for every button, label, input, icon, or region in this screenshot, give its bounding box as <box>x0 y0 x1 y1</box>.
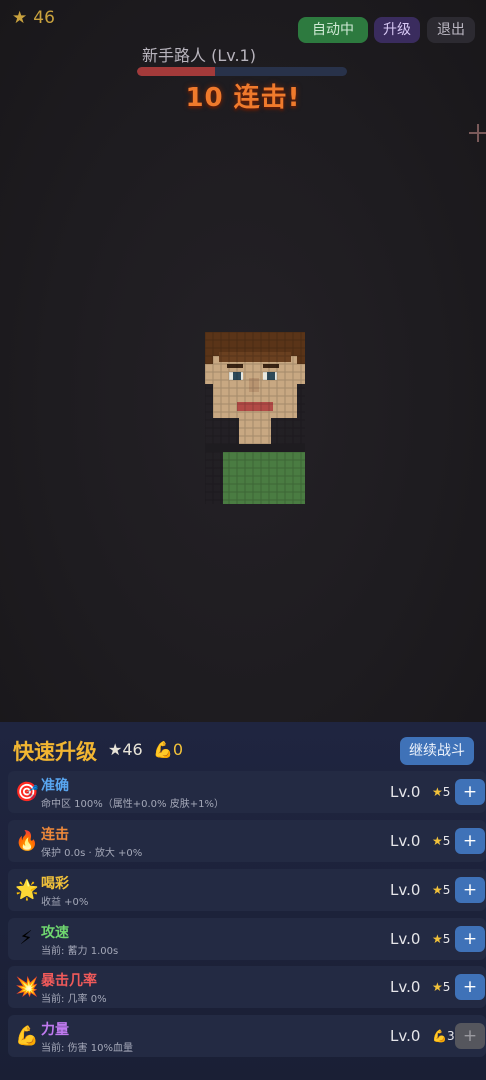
upgrade-row-accuracy: 🎯 准确 命中区 100%（属性+0.0% 皮肤+1%） Lv.0 ★5 + <box>8 771 486 813</box>
auto-button[interactable]: 自动中 <box>298 17 368 43</box>
upgrade-plus-button[interactable]: + <box>455 877 485 903</box>
upgrade-desc: 收益 +0% <box>41 897 89 908</box>
muscle-icon: 💪 <box>15 1025 39 1047</box>
upgrade-cost: ★5 <box>432 785 451 799</box>
star-icon: ★ <box>432 980 443 994</box>
upgrade-desc: 保护 0.0s · 放大 +0% <box>41 848 143 859</box>
star-icon: ★ <box>432 932 443 946</box>
combo-text: 10 连击! <box>185 83 301 113</box>
explosion-icon: 💥 <box>15 976 39 998</box>
upgrade-plus-button[interactable]: + <box>455 1023 485 1049</box>
fire-icon: 🔥 <box>15 830 39 852</box>
upgrade-row-combo: 🔥 连击 保护 0.0s · 放大 +0% Lv.0 ★5 + <box>8 820 486 862</box>
star-icon: ★ <box>12 8 28 28</box>
upgrade-button[interactable]: 升级 <box>374 17 420 43</box>
panel-star-count: ★46 <box>108 740 143 759</box>
panel-muscle-count: 💪0 <box>153 740 184 759</box>
upgrade-name: 连击 <box>41 827 69 843</box>
star-icon: ★ <box>432 834 443 848</box>
upgrade-plus-button[interactable]: + <box>455 926 485 952</box>
star-count: 46 <box>33 8 55 28</box>
upgrade-desc: 当前: 蓄力 1.00s <box>41 946 119 957</box>
exit-button[interactable]: 退出 <box>427 17 475 43</box>
enemy-sprite[interactable] <box>205 332 305 504</box>
upgrade-level: Lv.0 <box>390 832 421 850</box>
muscle-icon: 💪 <box>432 1029 447 1043</box>
lightning-icon: ⚡ <box>19 927 33 949</box>
upgrade-cost: 💪3 <box>432 1029 455 1043</box>
upgrade-cost: ★5 <box>432 932 451 946</box>
star-burst-icon: 🌟 <box>15 879 39 901</box>
upgrade-row-strength: 💪 力量 当前: 伤害 10%血量 Lv.0 💪3 + <box>8 1015 486 1057</box>
continue-battle-button[interactable]: 继续战斗 <box>400 737 474 765</box>
enemy-name: 新手路人 (Lv.1) <box>142 46 256 65</box>
upgrade-desc: 当前: 伤害 10%血量 <box>41 1043 133 1054</box>
upgrade-plus-button[interactable]: + <box>455 828 485 854</box>
upgrade-level: Lv.0 <box>390 881 421 899</box>
upgrade-row-attack-speed: ⚡ 攻速 当前: 蓄力 1.00s Lv.0 ★5 + <box>8 918 486 960</box>
upgrade-level: Lv.0 <box>390 1027 421 1045</box>
upgrade-name: 力量 <box>41 1022 69 1038</box>
upgrade-plus-button[interactable]: + <box>455 974 485 1000</box>
target-icon: 🎯 <box>15 781 39 803</box>
upgrade-name: 攻速 <box>41 925 69 941</box>
upgrade-row-cheer: 🌟 喝彩 收益 +0% Lv.0 ★5 + <box>8 869 486 911</box>
enemy-hp-fill <box>137 67 215 76</box>
star-icon: ★ <box>432 883 443 897</box>
upgrade-level: Lv.0 <box>390 783 421 801</box>
enemy-hp-bar <box>137 67 347 76</box>
panel-title: 快速升级 <box>13 740 97 764</box>
upgrade-name: 喝彩 <box>41 876 69 892</box>
upgrade-desc: 当前: 几率 0% <box>41 994 107 1005</box>
upgrade-cost: ★5 <box>432 883 451 897</box>
game-area[interactable]: ★ 46 自动中 升级 退出 新手路人 (Lv.1) 10 连击! <box>0 0 486 722</box>
upgrade-name: 准确 <box>41 778 69 794</box>
upgrade-name: 暴击几率 <box>41 973 97 989</box>
crosshair-icon <box>469 124 486 142</box>
upgrade-plus-button[interactable]: + <box>455 779 485 805</box>
star-counter: ★ 46 <box>12 8 55 28</box>
upgrade-level: Lv.0 <box>390 930 421 948</box>
upgrade-row-crit-chance: 💥 暴击几率 当前: 几率 0% Lv.0 ★5 + <box>8 966 486 1008</box>
upgrade-cost: ★5 <box>432 834 451 848</box>
star-icon: ★ <box>432 785 443 799</box>
upgrade-desc: 命中区 100%（属性+0.0% 皮肤+1%） <box>41 799 224 810</box>
upgrade-level: Lv.0 <box>390 978 421 996</box>
upgrade-cost: ★5 <box>432 980 451 994</box>
